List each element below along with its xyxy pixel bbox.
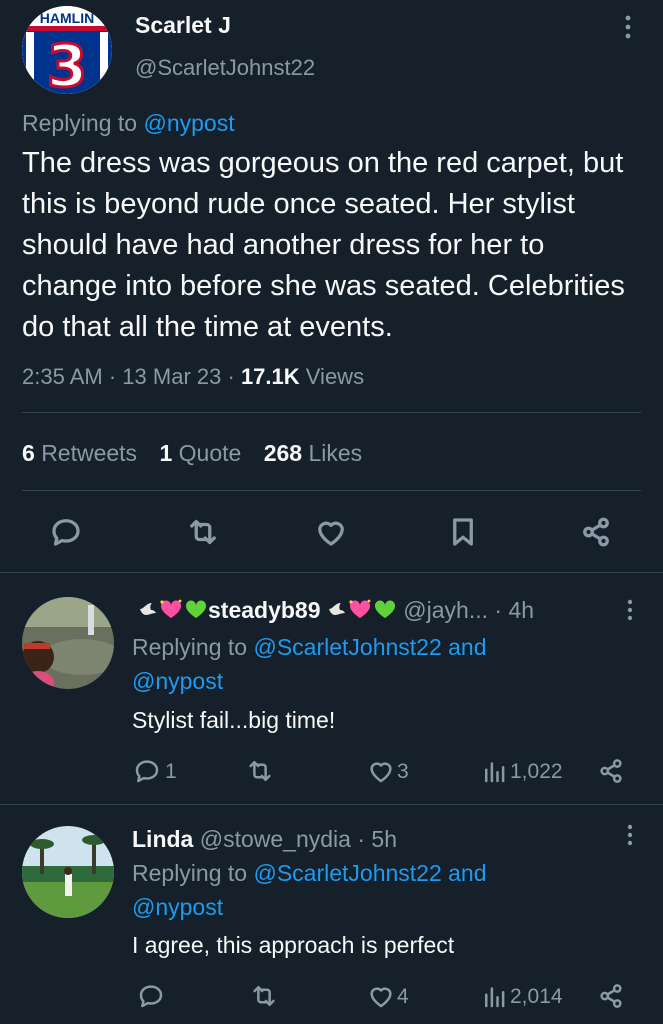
dove-icon <box>327 598 347 625</box>
replying-to-prefix: Replying to <box>22 110 138 136</box>
share-icon[interactable] <box>596 756 626 786</box>
quotes-count[interactable]: 1 <box>159 440 172 466</box>
likes-count[interactable]: 268 <box>264 440 302 466</box>
reply-age[interactable]: 5h <box>371 826 397 852</box>
more-options-icon[interactable] <box>618 12 638 42</box>
divider <box>22 490 641 491</box>
jersey-number: 3 <box>47 32 87 94</box>
retweets-count[interactable]: 6 <box>22 440 35 466</box>
replying-to-handle[interactable]: @nypost <box>143 110 234 136</box>
more-options-icon[interactable] <box>620 597 640 627</box>
retweet-icon[interactable] <box>245 756 275 786</box>
views-label: Views <box>305 364 365 389</box>
quotes-label[interactable]: Quote <box>179 440 242 466</box>
replying-to: Replying to @ScarletJohnst22 and @nypost <box>132 630 572 698</box>
tweet-meta: 2:35 AM · 13 Mar 23 · 17.1K Views <box>22 364 365 389</box>
bookmark-icon[interactable] <box>445 514 481 550</box>
replying-to-handle-nypost[interactable]: @nypost <box>132 894 223 920</box>
author-name[interactable]: Scarlet J <box>135 12 231 39</box>
sparkling-heart-icon <box>347 598 373 626</box>
views-count: 17.1K <box>240 364 300 389</box>
divider <box>0 804 663 805</box>
dove-icon <box>138 598 158 625</box>
replying-to-handles[interactable]: @ScarletJohnst22 and <box>253 860 486 886</box>
sparkling-heart-icon <box>158 598 184 626</box>
tweet-time[interactable]: 2:35 AM <box>22 364 103 389</box>
tweet-date[interactable]: 13 Mar 23 <box>122 364 221 389</box>
retweet-icon[interactable] <box>249 981 279 1011</box>
avatar[interactable] <box>22 597 114 689</box>
divider <box>0 572 663 573</box>
reply-author-row: steadyb89 @jayh... · 4h <box>138 597 534 626</box>
reply-author-name[interactable]: steadyb89 <box>208 597 321 623</box>
reply-icon[interactable] <box>132 756 162 786</box>
avatar-photo <box>22 826 114 918</box>
jersey-avatar-image: 3 HAMLIN <box>22 6 112 94</box>
replying-to-prefix: Replying to <box>132 634 248 660</box>
replying-to-prefix: Replying to <box>132 860 248 886</box>
reply-count: 1 <box>165 760 177 783</box>
avatar-photo <box>22 597 114 689</box>
reply-age[interactable]: 4h <box>508 597 534 623</box>
like-icon[interactable] <box>366 756 396 786</box>
reply-author-handle[interactable]: @stowe_nydia <box>200 826 351 852</box>
author-handle[interactable]: @ScarletJohnst22 <box>135 55 315 81</box>
reply-text: Stylist fail...big time! <box>132 707 336 733</box>
avatar[interactable] <box>22 826 114 918</box>
reply-author-handle[interactable]: @jayh... <box>403 597 488 623</box>
views-count: 2,014 <box>510 985 563 1008</box>
share-icon[interactable] <box>578 514 614 550</box>
views-icon[interactable] <box>480 756 510 786</box>
green-heart-icon <box>373 598 397 626</box>
likes-label[interactable]: Likes <box>308 440 362 466</box>
like-count: 4 <box>397 985 409 1008</box>
green-heart-icon <box>184 598 208 626</box>
tweet-stats: 6 Retweets 1 Quote 268 Likes <box>22 440 378 467</box>
divider <box>22 412 641 413</box>
retweets-label[interactable]: Retweets <box>41 440 137 466</box>
tweet-text: The dress was gorgeous on the red carpet… <box>22 147 625 343</box>
replying-to: Replying to @nypost <box>22 110 235 137</box>
avatar[interactable]: 3 HAMLIN <box>22 6 112 94</box>
share-icon[interactable] <box>596 981 626 1011</box>
views-icon[interactable] <box>480 981 510 1011</box>
reply-icon[interactable] <box>48 514 84 550</box>
reply-author-row: Linda @stowe_nydia · 5h <box>132 826 397 852</box>
like-icon[interactable] <box>313 514 349 550</box>
replying-to-handle-nypost[interactable]: @nypost <box>132 668 223 694</box>
reply-author-name[interactable]: Linda <box>132 826 193 852</box>
like-icon[interactable] <box>366 981 396 1011</box>
reply-text: I agree, this approach is perfect <box>132 932 455 958</box>
retweet-icon[interactable] <box>185 514 221 550</box>
replying-to-handles[interactable]: @ScarletJohnst22 and <box>253 634 486 660</box>
views-count: 1,022 <box>510 760 563 783</box>
replying-to: Replying to @ScarletJohnst22 and @nypost <box>132 856 572 924</box>
reply-icon[interactable] <box>136 981 166 1011</box>
like-count: 3 <box>397 760 409 783</box>
more-options-icon[interactable] <box>620 822 640 852</box>
jersey-name: HAMLIN <box>40 10 94 26</box>
